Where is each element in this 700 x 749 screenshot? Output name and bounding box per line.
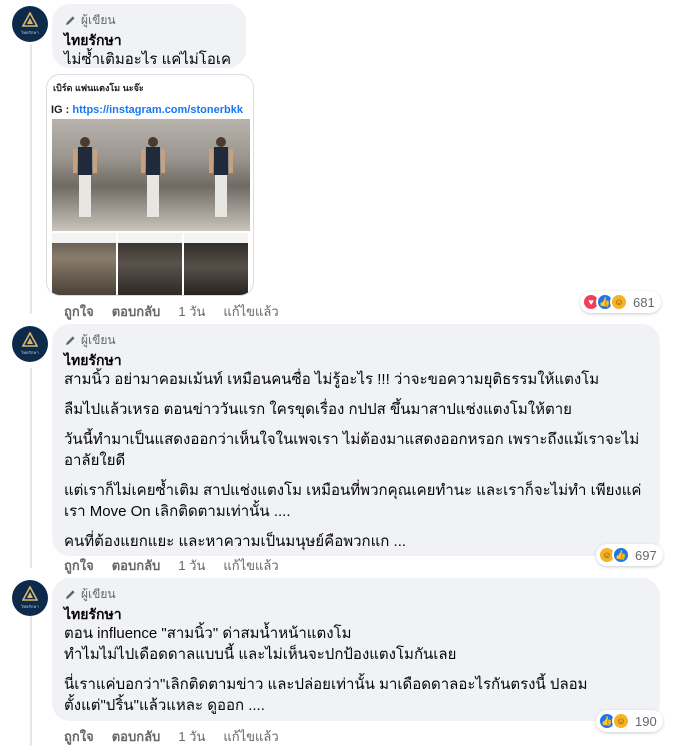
pencil-icon: [66, 15, 75, 25]
author-badge: ผู้เขียน: [64, 12, 234, 28]
comment-bubble: ผู้เขียน ไทยรักษา ตอน influence "สามนิ้ว…: [52, 578, 660, 721]
haha-icon: ☺: [610, 293, 628, 311]
timestamp[interactable]: 1 วัน: [178, 301, 205, 322]
ig-label: IG :: [51, 104, 70, 116]
comment-paragraph: ตอน influence "สามนิ้ว" ด่าสมน้ำหน้าแตงโ…: [64, 625, 457, 663]
reaction-count: 681: [633, 294, 655, 310]
edited-label[interactable]: แก้ไขแล้ว: [223, 301, 278, 322]
attached-image[interactable]: เบิร์ด แฟนแตงโม นะจ๊ะ IG : https://insta…: [46, 74, 254, 296]
photo-left: [52, 119, 118, 231]
comment-paragraph: แต่เราก็ไม่เคยซ้ำเติม สาปแช่งแตงโม เหมือ…: [64, 482, 642, 520]
avatar[interactable]: ไทยรักษา: [12, 326, 48, 362]
thumbnail-crowd: [118, 233, 182, 295]
person-figure-icon: [141, 137, 165, 217]
thumbnail-crowd: [52, 233, 116, 295]
reply-link[interactable]: ตอบกลับ: [112, 301, 161, 322]
attachment-title: เบิร์ด แฟนแตงโม นะจ๊ะ: [53, 83, 144, 93]
haha-icon: ☺: [612, 712, 630, 730]
reaction-summary[interactable]: 👍 ☺ 190: [596, 710, 663, 732]
avatar-caption: ไทยรักษา: [21, 350, 39, 355]
reaction-count: 190: [635, 713, 657, 729]
photo-right: [184, 119, 250, 231]
like-link[interactable]: ถูกใจ: [64, 555, 94, 576]
page-logo-icon: [22, 12, 38, 27]
pencil-icon: [66, 335, 75, 345]
comment-actions: ถูกใจ ตอบกลับ 1 วัน แก้ไขแล้ว: [64, 727, 279, 745]
comment-actions: ถูกใจ ตอบกลับ 1 วัน แก้ไขแล้ว: [64, 302, 279, 320]
reaction-count: 697: [635, 547, 657, 563]
author-badge-label: ผู้เขียน: [81, 332, 116, 347]
author-badge-label: ผู้เขียน: [81, 12, 116, 27]
edited-label[interactable]: แก้ไขแล้ว: [223, 555, 278, 576]
comment-paragraph: สามนิ้ว อย่ามาคอมเม้นท์ เหมือนคนซื่อ ไม่…: [64, 371, 600, 388]
author-name[interactable]: ไทยรักษา: [64, 351, 648, 369]
reaction-summary[interactable]: ☺ 👍 697: [596, 544, 663, 566]
author-name[interactable]: ไทยรักษา: [64, 605, 648, 623]
pencil-icon: [66, 589, 75, 599]
reaction-summary[interactable]: ♥ 👍 ☺ 681: [580, 291, 661, 313]
timestamp[interactable]: 1 วัน: [178, 555, 205, 576]
page-logo-icon: [22, 332, 38, 347]
thread-line: [30, 368, 32, 568]
timestamp[interactable]: 1 วัน: [178, 726, 205, 747]
ig-url: https://instagram.com/stonerbkk: [72, 104, 243, 116]
comment-bubble: ผู้เขียน ไทยรักษา สามนิ้ว อย่ามาคอมเม้นท…: [52, 324, 660, 556]
attachment-ig-line: IG : https://instagram.com/stonerbkk: [47, 95, 253, 116]
author-name[interactable]: ไทยรักษา: [64, 31, 234, 49]
avatar-caption: ไทยรักษา: [21, 30, 39, 35]
comment-paragraph: คนที่ต้องแยกแยะ และหาความเป็นมนุษย์คือพว…: [64, 533, 407, 550]
thumbnail-crowd: [184, 233, 248, 295]
like-icon: 👍: [612, 546, 630, 564]
avatar[interactable]: ไทยรักษา: [12, 580, 48, 616]
like-link[interactable]: ถูกใจ: [64, 726, 94, 747]
comment-paragraph: วันนี้ทำมาเป็นแสดงออกว่าเห็นใจในเพจเรา ไ…: [64, 431, 640, 469]
author-badge: ผู้เขียน: [64, 332, 648, 348]
thread-line: [30, 44, 32, 314]
author-badge: ผู้เขียน: [64, 586, 648, 602]
reply-link[interactable]: ตอบกลับ: [112, 726, 161, 747]
page-logo-icon: [22, 586, 38, 601]
comment-actions: ถูกใจ ตอบกลับ 1 วัน แก้ไขแล้ว: [64, 556, 279, 574]
photo-center: [118, 119, 184, 231]
person-figure-icon: [209, 137, 233, 217]
edited-label[interactable]: แก้ไขแล้ว: [223, 726, 278, 747]
comment-paragraph: ลืมไปแล้วเหรอ ตอนข่าววันแรก ใครขุดเรื่อง…: [64, 401, 572, 418]
like-link[interactable]: ถูกใจ: [64, 301, 94, 322]
comment-bubble: ผู้เขียน ไทยรักษา ไม่ซ้ำเติมอะไร แค่ไม่โ…: [52, 4, 246, 89]
comment-paragraph: นี่เราแค่บอกว่า"เลิกติดตามข่าว และปล่อยเ…: [64, 676, 588, 714]
avatar[interactable]: ไทยรักษา: [12, 6, 48, 42]
author-badge-label: ผู้เขียน: [81, 586, 116, 601]
avatar-caption: ไทยรักษา: [21, 604, 39, 609]
person-figure-icon: [73, 137, 97, 217]
reply-link[interactable]: ตอบกลับ: [112, 555, 161, 576]
thread-line: [30, 616, 32, 746]
